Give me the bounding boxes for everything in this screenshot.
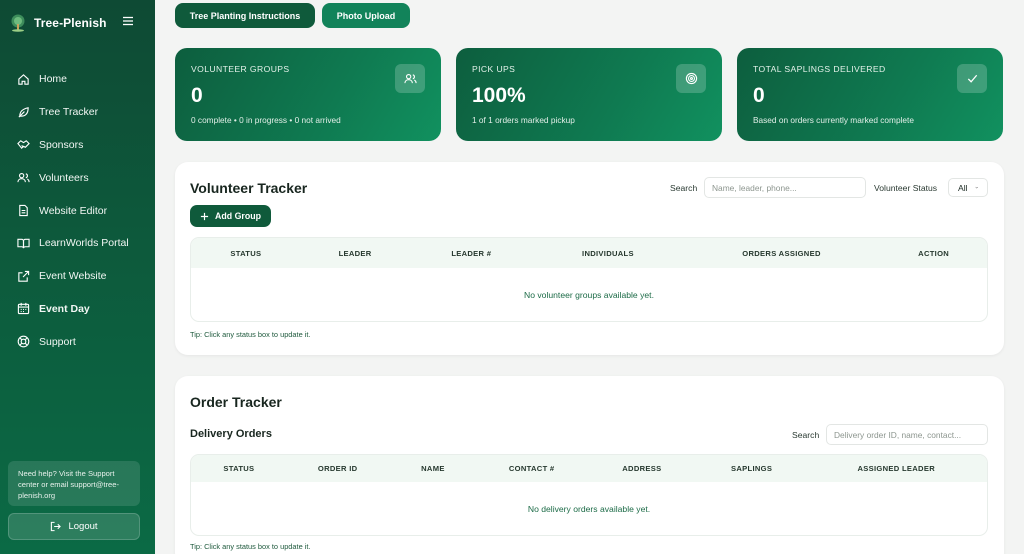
column-header[interactable]: ORDER ID [287, 464, 389, 473]
target-icon [676, 64, 706, 93]
column-header[interactable]: ASSIGNED LEADER [805, 464, 987, 473]
brand[interactable]: Tree-Plenish [10, 12, 107, 34]
tree-planting-instructions-button[interactable]: Tree Planting Instructions [175, 3, 315, 28]
column-header[interactable]: ADDRESS [586, 464, 698, 473]
help-box: Need help? Visit the Support center or e… [8, 461, 140, 506]
order-search-input[interactable]: Delivery order ID, name, contact... [826, 424, 988, 445]
column-header[interactable]: ACTION [880, 249, 987, 258]
calendar-icon [17, 303, 30, 315]
orders-table: STATUS ORDER ID NAME CONTACT # ADDRESS S… [190, 454, 988, 536]
sidebar-item-sponsors[interactable]: Sponsors [0, 129, 155, 162]
plus-icon [200, 212, 209, 220]
brand-name: Tree-Plenish [34, 16, 107, 30]
users-icon [17, 173, 30, 183]
logout-label: Logout [68, 521, 98, 532]
stat-value: 100% [472, 84, 526, 107]
add-group-label: Add Group [215, 211, 261, 221]
users-icon [395, 64, 425, 93]
logout-icon [51, 521, 62, 532]
sidebar-item-tree-tracker[interactable]: Tree Tracker [0, 96, 155, 129]
external-link-icon [18, 270, 30, 282]
stat-card-saplings-delivered: TOTAL SAPLINGS DELIVERED 0 Based on orde… [737, 48, 1003, 141]
sidebar-item-volunteers[interactable]: Volunteers [0, 161, 155, 194]
sidebar-item-label: Volunteers [39, 171, 89, 184]
column-header[interactable]: NAME [389, 464, 478, 473]
file-icon [19, 204, 28, 217]
stat-subtext: 0 complete • 0 in progress • 0 not arriv… [191, 115, 341, 125]
empty-state: No delivery orders available yet. [527, 503, 651, 514]
tip-text: Tip: Click any status box to update it. [190, 542, 311, 551]
search-label: Search [670, 183, 698, 193]
order-tracker-card: Order Tracker Delivery Orders Search Del… [175, 376, 1004, 554]
sidebar-item-label: Sponsors [39, 138, 84, 151]
volunteer-status-value: All [958, 182, 968, 193]
book-icon [17, 238, 30, 249]
sidebar-item-event-day[interactable]: Event Day [0, 293, 155, 326]
stat-label: VOLUNTEER GROUPS [191, 64, 290, 74]
add-group-button[interactable]: Add Group [190, 205, 271, 227]
order-tracker-title: Order Tracker [190, 394, 282, 410]
tree-logo-icon [11, 14, 25, 32]
stat-value: 0 [191, 84, 203, 107]
leaf-icon [18, 106, 29, 118]
volunteer-tracker-title: Volunteer Tracker [190, 180, 308, 196]
sidebar-item-label: LearnWorlds Portal [39, 237, 129, 250]
stat-subtext: 1 of 1 orders marked pickup [472, 115, 575, 125]
table-header: STATUS LEADER LEADER # INDIVIDUALS ORDER… [191, 238, 987, 268]
volunteer-tracker-card: Volunteer Tracker Search Name, leader, p… [175, 162, 1004, 355]
sidebar-item-label: Event Website [39, 270, 107, 283]
home-icon [18, 73, 29, 85]
column-header[interactable]: LEADER [301, 249, 410, 258]
sidebar-item-website-editor[interactable]: Website Editor [0, 194, 155, 227]
volunteer-status-select[interactable]: All [948, 178, 988, 197]
chevron-down-icon [975, 186, 978, 189]
stat-label: TOTAL SAPLINGS DELIVERED [753, 64, 886, 74]
sidebar: Tree-Plenish Home Tree Tracker Sponsors … [0, 0, 155, 554]
table-header: STATUS ORDER ID NAME CONTACT # ADDRESS S… [191, 455, 987, 482]
sidebar-item-label: Tree Tracker [39, 106, 99, 119]
sidebar-item-learnworlds-portal[interactable]: LearnWorlds Portal [0, 227, 155, 260]
stat-value: 0 [753, 84, 765, 107]
check-icon [957, 64, 987, 93]
search-label: Search [792, 430, 820, 440]
sidebar-item-event-website[interactable]: Event Website [0, 260, 155, 293]
empty-state: No volunteer groups available yet. [524, 289, 654, 300]
volunteer-status-label: Volunteer Status [874, 183, 938, 193]
menu-icon[interactable] [122, 15, 134, 27]
sidebar-item-label: Support [39, 335, 76, 348]
column-header[interactable]: STATUS [191, 464, 287, 473]
sidebar-nav: Home Tree Tracker Sponsors Volunteers We… [0, 63, 155, 358]
column-header[interactable]: INDIVIDUALS [533, 249, 683, 258]
tip-text: Tip: Click any status box to update it. [190, 330, 311, 339]
stat-card-volunteer-groups: VOLUNTEER GROUPS 0 0 complete • 0 in pro… [175, 48, 441, 141]
delivery-orders-heading: Delivery Orders [190, 428, 272, 440]
sidebar-item-label: Home [39, 73, 68, 86]
volunteer-search-input[interactable]: Name, leader, phone... [704, 177, 866, 198]
sidebar-item-home[interactable]: Home [0, 63, 155, 96]
photo-upload-button[interactable]: Photo Upload [322, 3, 410, 28]
lifebuoy-icon [17, 335, 30, 348]
stat-card-pick-ups: PICK UPS 100% 1 of 1 orders marked picku… [456, 48, 722, 141]
column-header[interactable]: SAPLINGS [698, 464, 806, 473]
column-header[interactable]: CONTACT # [477, 464, 586, 473]
column-header[interactable]: LEADER # [409, 249, 533, 258]
sidebar-item-support[interactable]: Support [0, 325, 155, 358]
logout-button[interactable]: Logout [8, 513, 140, 540]
column-header[interactable]: STATUS [191, 249, 301, 258]
stat-label: PICK UPS [472, 64, 516, 74]
sidebar-item-label: Event Day [39, 302, 90, 315]
handshake-icon [17, 140, 30, 150]
column-header[interactable]: ORDERS ASSIGNED [683, 249, 881, 258]
volunteer-table: STATUS LEADER LEADER # INDIVIDUALS ORDER… [190, 237, 988, 322]
stat-subtext: Based on orders currently marked complet… [753, 115, 914, 125]
sidebar-item-label: Website Editor [39, 204, 108, 217]
